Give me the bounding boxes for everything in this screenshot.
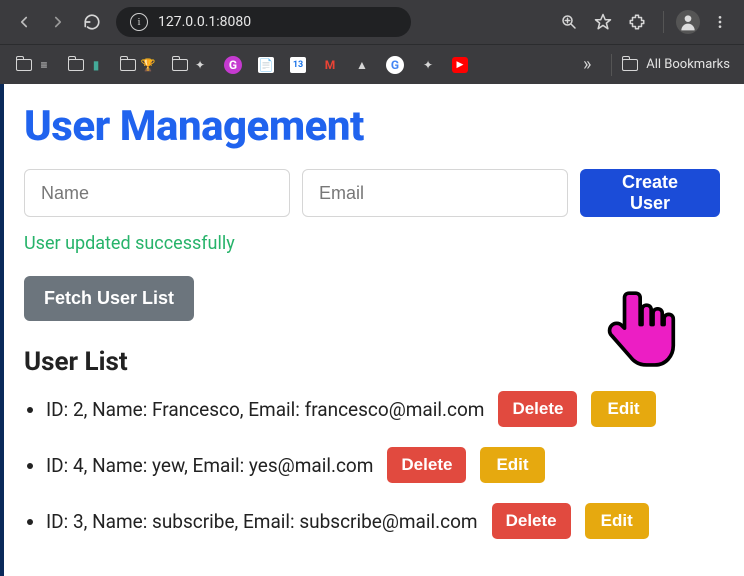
bookmark-doc-icon[interactable]: 📄 [252,53,280,77]
back-button[interactable] [10,8,38,36]
user-text: ID: 2, Name: Francesco, Email: francesco… [46,398,484,421]
user-list: ID: 2, Name: Francesco, Email: francesco… [24,391,720,539]
folder-icon [622,59,638,71]
delete-button[interactable]: Delete [498,391,577,427]
bookmarks-overflow-icon[interactable]: » [573,51,601,79]
bookmark-star-icon[interactable] [589,8,617,36]
menu-icon[interactable] [706,8,734,36]
create-user-button[interactable]: Create User [580,169,720,217]
list-item: ID: 2, Name: Francesco, Email: francesco… [46,391,720,427]
list-item: ID: 4, Name: yew, Email: yes@mail.com Del… [46,447,720,483]
page-content: User Management Create User User updated… [0,84,744,576]
delete-button[interactable]: Delete [387,447,466,483]
create-user-form: Create User [24,169,720,217]
user-text: ID: 3, Name: subscribe, Email: subscribe… [46,510,478,533]
browser-chrome: i 127.0.0.1:8080 ≡ ▮ 🏆 ✦ G 📄 13 M ▲ G ✦ [0,0,744,84]
extensions-icon[interactable] [623,8,651,36]
delete-button[interactable]: Delete [492,503,571,539]
edit-button[interactable]: Edit [591,391,655,427]
page-title: User Management [24,102,720,151]
bookmark-g-icon[interactable]: G [218,52,248,78]
bookmark-folder-3[interactable]: 🏆 [114,53,162,77]
edit-button[interactable]: Edit [585,503,649,539]
toolbar-row: i 127.0.0.1:8080 [0,0,744,44]
profile-avatar[interactable] [676,10,700,34]
address-bar[interactable]: i 127.0.0.1:8080 [116,7,411,37]
bookmark-google-icon[interactable]: G [380,52,410,78]
status-message: User updated successfully [24,233,720,254]
edit-button[interactable]: Edit [480,447,544,483]
fetch-user-list-button[interactable]: Fetch User List [24,276,194,321]
url-text: 127.0.0.1:8080 [158,14,251,30]
bookmark-gmail-icon[interactable]: M [316,53,344,77]
bookmark-yt-icon[interactable]: ▶ [446,53,474,77]
forward-button[interactable] [44,8,72,36]
reload-button[interactable] [78,8,106,36]
site-info-icon[interactable]: i [130,13,148,31]
bookmark-folder-4[interactable]: ✦ [166,53,214,77]
bookmark-folder-1[interactable]: ≡ [10,53,58,77]
bookmark-cal-icon[interactable]: 13 [284,53,312,77]
bookmarks-divider [611,54,612,76]
bookmarks-bar: ≡ ▮ 🏆 ✦ G 📄 13 M ▲ G ✦ ▶ » All Bookmarks [0,44,744,84]
name-input[interactable] [24,169,290,217]
bookmark-misc-1[interactable]: ✦ [414,53,442,77]
toolbar-divider [663,11,664,33]
bookmark-folder-2[interactable]: ▮ [62,53,110,77]
zoom-icon[interactable] [555,8,583,36]
user-list-heading: User List [24,347,720,377]
email-input[interactable] [302,169,568,217]
list-item: ID: 3, Name: subscribe, Email: subscribe… [46,503,720,539]
all-bookmarks-button[interactable]: All Bookmarks [622,57,734,72]
all-bookmarks-label: All Bookmarks [646,57,730,72]
bookmark-drive-icon[interactable]: ▲ [348,53,376,77]
user-text: ID: 4, Name: yew, Email: yes@mail.com [46,454,373,477]
